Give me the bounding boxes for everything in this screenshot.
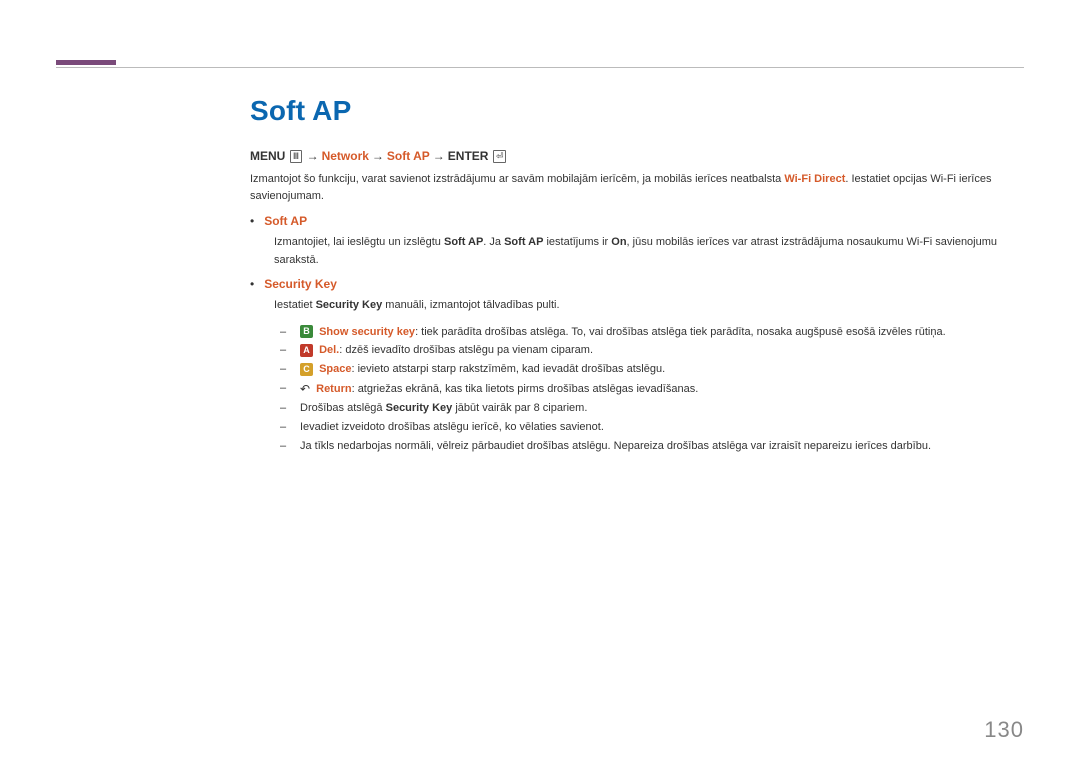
keycap-c-icon: C [300,363,313,376]
item-enter-key: – Ievadiet izveidoto drošības atslēgu ie… [280,418,1024,437]
dash-icon: – [280,341,288,360]
item-min-chars: – Drošības atslēgā Security Key jābūt va… [280,399,1024,418]
header-rule [56,67,1024,68]
arrow-icon: → [307,149,319,163]
intro-paragraph: Izmantojot šo funkciju, varat savienot i… [250,171,1024,204]
dash-icon: – [280,323,288,342]
arrow-icon: → [372,149,384,163]
del-label: Del. [319,344,339,356]
menu-label: MENU [250,149,285,163]
soft-ap-description: Izmantojiet, lai ieslēgtu un izslēgtu So… [274,234,1024,269]
space-label: Space [319,363,351,375]
wifi-direct-label: Wi-Fi Direct [784,173,845,185]
show-security-key-label: Show security key [319,326,415,338]
enter-label: ENTER [448,149,489,163]
keycap-a-icon: A [300,344,313,357]
bullet-security-key: • Security Key [250,277,1024,291]
item-show-security-key: – B Show security key: tiek parādīta dro… [280,323,1024,342]
nav-network: Network [322,149,369,163]
soft-ap-label: Soft AP [264,214,307,228]
keycap-b-icon: B [300,325,313,338]
dash-icon: – [280,418,288,437]
page-number: 130 [984,717,1024,743]
item-del: – A Del.: dzēš ievadīto drošības atslēgu… [280,341,1024,360]
dash-icon: – [280,437,288,456]
security-key-description: Iestatiet Security Key manuāli, izmantoj… [274,297,1024,315]
dash-icon: – [280,360,288,379]
menu-icon: Ⅲ [290,150,301,163]
item-space: – C Space: ievieto atstarpi starp rakstz… [280,360,1024,379]
page-content: Soft AP MENU Ⅲ → Network → Soft AP → ENT… [250,95,1024,455]
dash-icon: – [280,379,288,398]
page-title: Soft AP [250,95,1024,127]
bullet-dot-icon: • [250,277,254,291]
arrow-icon: → [433,149,445,163]
intro-pre: Izmantojot šo funkciju, varat savienot i… [250,173,784,185]
security-key-label: Security Key [264,277,337,291]
bullet-soft-ap: • Soft AP [250,214,1024,228]
accent-bar [56,60,116,65]
return-label: Return [316,383,351,395]
return-icon: ↶ [300,379,310,399]
dash-icon: – [280,399,288,418]
breadcrumb: MENU Ⅲ → Network → Soft AP → ENTER ⏎ [250,149,1024,163]
bullet-dot-icon: • [250,214,254,228]
nav-soft-ap: Soft AP [387,149,430,163]
enter-icon: ⏎ [493,150,506,163]
item-return: – ↶ Return: atgriežas ekrānā, kas tika l… [280,379,1024,399]
item-network-check: – Ja tīkls nedarbojas normāli, vēlreiz p… [280,437,1024,456]
